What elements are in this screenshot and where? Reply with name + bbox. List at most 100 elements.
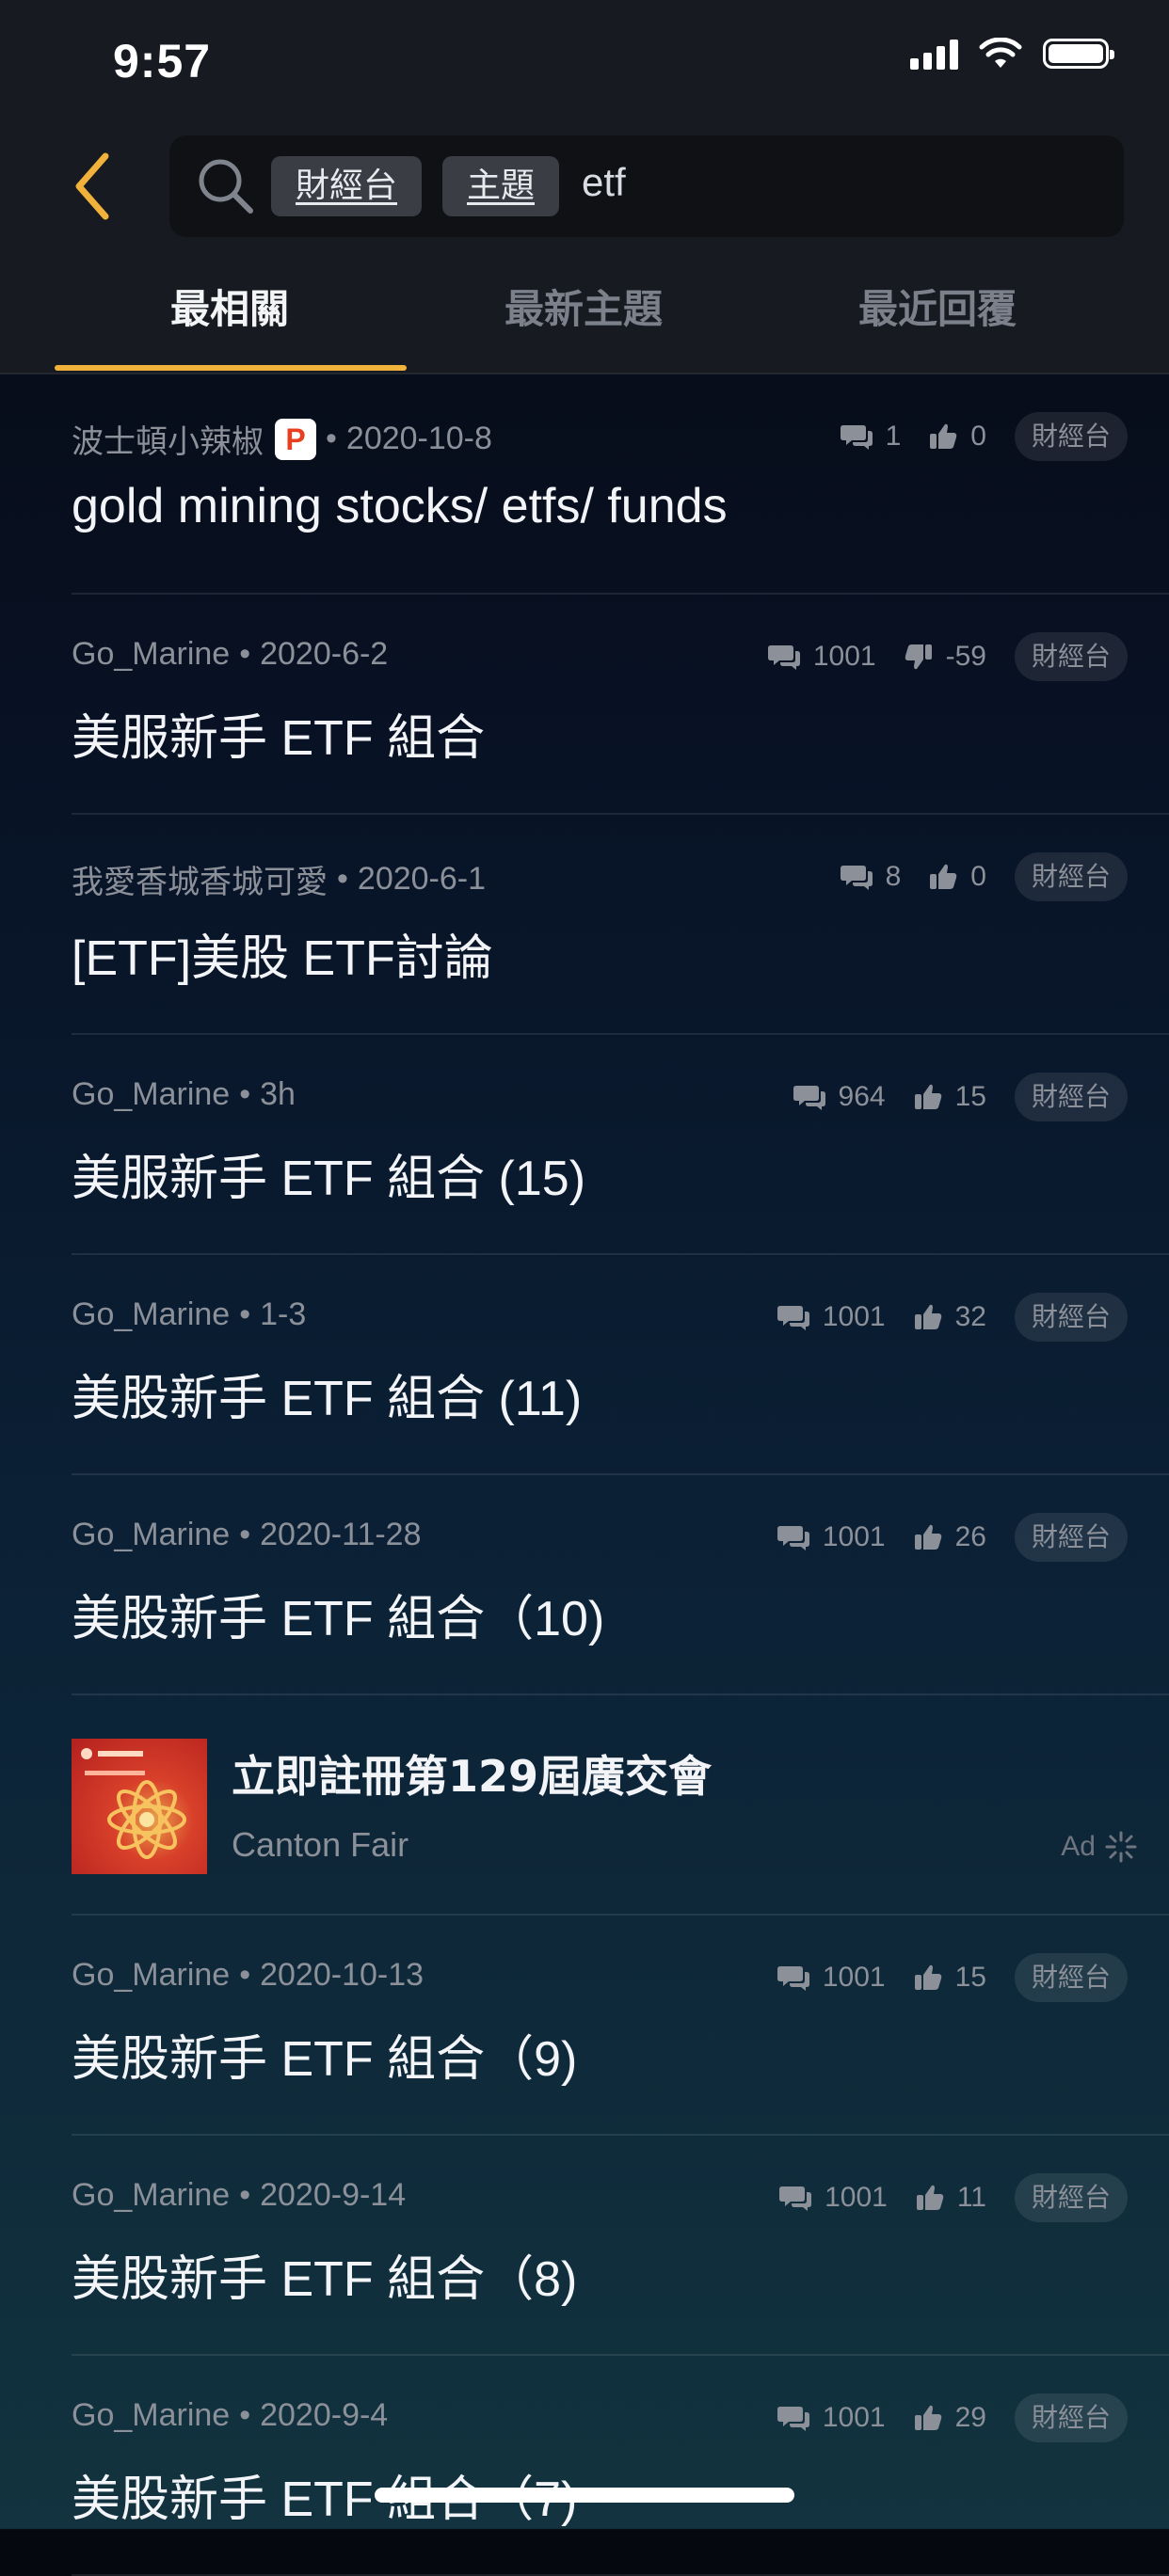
board-badge[interactable]: 財經台 (1014, 2173, 1128, 2222)
comment-count: 8 (885, 861, 902, 892)
comment-icon (840, 866, 873, 890)
post-stats: 964 15 財經台 (793, 1073, 1128, 1121)
chevron-left-icon (75, 152, 109, 220)
status-time: 9:57 (113, 35, 212, 87)
comment-icon (777, 1966, 809, 1991)
board-badge[interactable]: 財經台 (1014, 2393, 1128, 2442)
post-stats: 1001 -59 財經台 (767, 632, 1128, 681)
post-meta: Go_Marine • 2020-6-2 (72, 636, 389, 673)
post-stats: 1001 11 財經台 (779, 2173, 1128, 2222)
ad-title[interactable]: 立即註冊第129屆廣交會 (232, 1742, 712, 1805)
comment-count: 1001 (812, 641, 876, 672)
board-badge[interactable]: 財經台 (1014, 412, 1128, 461)
like-count: 15 (954, 1962, 986, 1993)
post-title[interactable]: 美股新手 ETF 組合（8) (72, 2239, 577, 2310)
filter-chip-topic[interactable]: 主題 (442, 156, 560, 216)
post-date: 3h (260, 1076, 296, 1112)
board-badge[interactable]: 財經台 (1014, 1953, 1128, 2002)
top-header: 9:57 財經台 主題 etf 最相關 最新主題 最近回覆 (0, 0, 1169, 374)
list-item[interactable]: Go_Marine • 3h 964 15 財經台 美服新手 ETF 組合 (1… (0, 1035, 1169, 1255)
author-name[interactable]: 我愛香城香城可愛 (72, 856, 328, 902)
like-count: 26 (954, 1521, 986, 1552)
post-date: 2020-10-8 (345, 421, 492, 456)
comment-count: 1001 (822, 2402, 886, 2433)
back-button[interactable] (66, 151, 122, 222)
post-stats: 1001 32 財經台 (777, 1293, 1128, 1342)
author-name[interactable]: Go_Marine (72, 1076, 230, 1113)
cellular-signal-icon (910, 38, 958, 70)
post-stats: 1001 15 財經台 (777, 1953, 1128, 2002)
post-date: 2020-11-28 (260, 1517, 422, 1552)
post-title[interactable]: 美股新手 ETF 組合（9) (72, 2019, 577, 2090)
like-count: 29 (954, 2402, 986, 2433)
post-date: 1-3 (260, 1296, 307, 1332)
list-item[interactable]: Go_Marine • 2020-11-28 1001 26 財經台 美股新手 … (0, 1475, 1169, 1695)
premium-badge: P (275, 418, 316, 460)
author-name[interactable]: Go_Marine (72, 636, 230, 673)
thumbs-up-icon (914, 2405, 941, 2430)
filter-chip-board[interactable]: 財經台 (271, 156, 423, 216)
comment-count: 1001 (822, 1301, 886, 1332)
wifi-icon (979, 38, 1022, 68)
comment-count: 1 (885, 421, 902, 452)
list-item[interactable]: 波士頓小辣椒 P • 2020-10-8 1 0 財經台 gold mining… (0, 374, 1169, 595)
ad-label[interactable]: Ad (1061, 1831, 1137, 1863)
post-date: 2020-9-4 (260, 2397, 389, 2433)
tab-newest-topics[interactable]: 最新主題 (407, 273, 761, 374)
post-meta: Go_Marine • 2020-9-14 (72, 2177, 407, 2214)
like-count: 32 (954, 1301, 986, 1332)
post-stats: 1001 26 財經台 (777, 1513, 1128, 1562)
post-title[interactable]: 美股新手 ETF 組合（10) (72, 1579, 604, 1649)
list-item[interactable]: Go_Marine • 2020-9-4 1001 29 財經台 美股新手 ET… (0, 2356, 1169, 2576)
post-meta: Go_Marine • 3h (72, 1076, 296, 1113)
thumbs-up-icon (914, 1084, 941, 1109)
board-badge[interactable]: 財經台 (1014, 1513, 1128, 1562)
comment-count: 1001 (825, 2182, 888, 2213)
tab-bar: 最相關 最新主題 最近回覆 (0, 273, 1169, 374)
home-indicator[interactable] (375, 2488, 794, 2503)
post-title[interactable]: [ETF]美股 ETF討論 (72, 918, 493, 989)
search-bar[interactable]: 財經台 主題 etf (169, 135, 1124, 237)
post-date: 2020-6-2 (260, 636, 389, 672)
comment-icon (777, 1306, 809, 1330)
author-name[interactable]: Go_Marine (72, 1957, 230, 1994)
list-item[interactable]: Go_Marine • 1-3 1001 32 財經台 美股新手 ETF 組合 … (0, 1255, 1169, 1475)
author-name[interactable]: 波士頓小辣椒 (72, 416, 264, 462)
list-item[interactable]: Go_Marine • 2020-9-14 1001 11 財經台 美股新手 E… (0, 2136, 1169, 2356)
ad-thumbnail[interactable] (72, 1739, 207, 1874)
post-title[interactable]: 美服新手 ETF 組合 (72, 698, 485, 769)
author-name[interactable]: Go_Marine (72, 2397, 230, 2434)
board-badge[interactable]: 財經台 (1014, 1073, 1128, 1121)
comment-count: 964 (838, 1081, 886, 1112)
post-title[interactable]: 美股新手 ETF 組合 (11) (72, 1359, 582, 1429)
comment-icon (793, 1086, 825, 1110)
list-item[interactable]: Go_Marine • 2020-10-13 1001 15 財經台 美股新手 … (0, 1916, 1169, 2136)
post-meta: Go_Marine • 1-3 (72, 1296, 307, 1333)
board-badge[interactable]: 財經台 (1014, 852, 1128, 901)
ad-flower-graphic (81, 1748, 186, 1859)
author-name[interactable]: Go_Marine (72, 1296, 230, 1333)
comment-icon (767, 645, 800, 670)
post-title[interactable]: 美服新手 ETF 組合 (15) (72, 1138, 585, 1209)
active-tab-indicator (55, 365, 407, 371)
ad-choices-icon (1105, 1831, 1137, 1863)
search-input[interactable]: etf (582, 160, 626, 205)
post-stats: 1 0 財經台 (840, 412, 1128, 461)
list-item[interactable]: Go_Marine • 2020-6-2 1001 -59 財經台 美服新手 E… (0, 595, 1169, 815)
board-badge[interactable]: 財經台 (1014, 1293, 1128, 1342)
results-list: 波士頓小辣椒 P • 2020-10-8 1 0 財經台 gold mining… (0, 374, 1169, 2576)
like-count: 0 (970, 861, 986, 892)
status-icons (910, 38, 1114, 70)
post-title[interactable]: gold mining stocks/ etfs/ funds (72, 478, 728, 534)
tab-most-relevant[interactable]: 最相關 (53, 273, 407, 374)
like-count: 11 (956, 2182, 986, 2213)
comment-count: 1001 (822, 1521, 886, 1552)
thumbs-up-icon (914, 1524, 941, 1550)
tab-recent-replies[interactable]: 最近回覆 (761, 273, 1114, 374)
board-badge[interactable]: 財經台 (1014, 632, 1128, 681)
sponsored-ad[interactable]: 立即註冊第129屆廣交會 Canton Fair Ad (0, 1695, 1169, 1916)
author-name[interactable]: Go_Marine (72, 1517, 230, 1553)
author-name[interactable]: Go_Marine (72, 2177, 230, 2214)
thumbs-up-icon (930, 423, 957, 449)
list-item[interactable]: 我愛香城香城可愛 • 2020-6-1 8 0 財經台 [ETF]美股 ETF討… (0, 815, 1169, 1035)
